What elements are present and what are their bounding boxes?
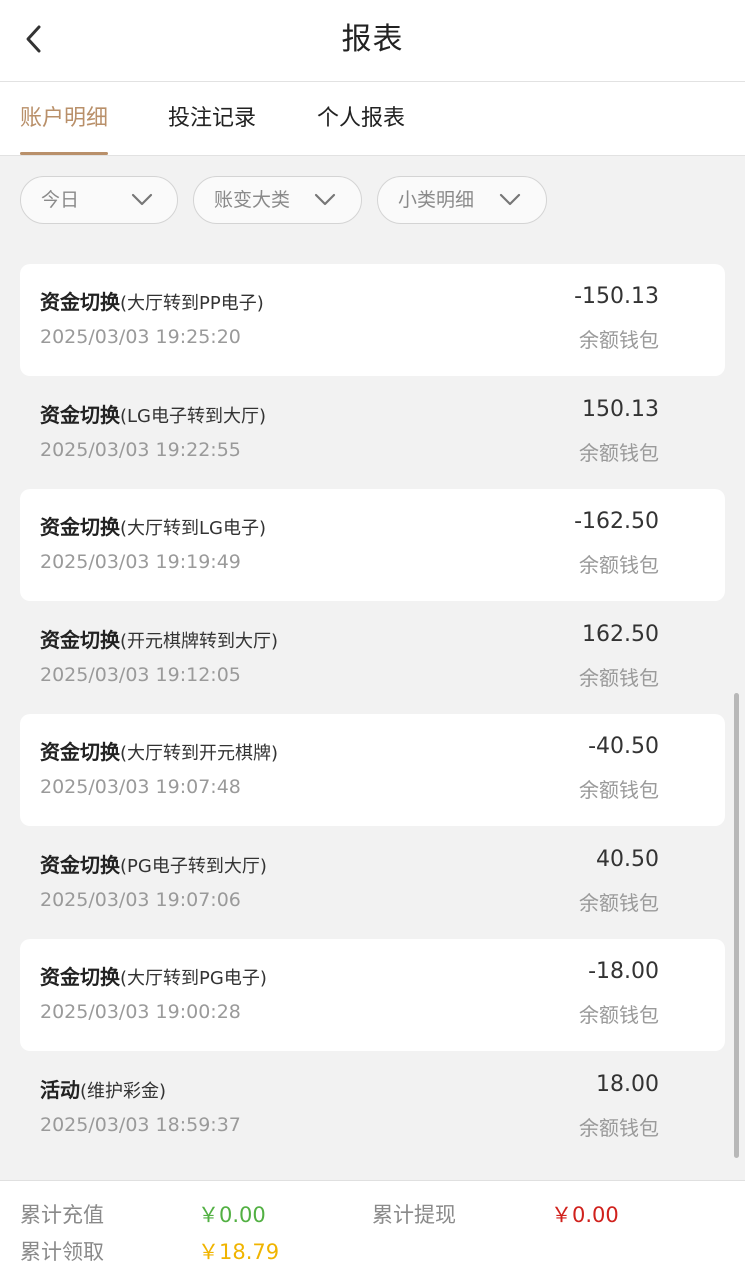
record-time: 2025/03/03 19:22:55 — [40, 439, 241, 461]
record-title: 资金切换(PG电子转到大厅) — [40, 853, 267, 877]
record-time: 2025/03/03 19:12:05 — [40, 664, 241, 686]
filter-date-dropdown[interactable]: 今日 — [20, 176, 178, 224]
record-wallet: 余额钱包 — [579, 666, 659, 690]
withdraw-total-value: ￥0.00 — [551, 1203, 619, 1227]
record-title: 资金切换(大厅转到PP电子) — [40, 290, 264, 314]
record-amount: -150.13 — [574, 284, 659, 309]
record-title: 资金切换(LG电子转到大厅) — [40, 403, 267, 427]
record-amount: 150.13 — [582, 397, 659, 422]
deposit-total-value: ￥0.00 — [198, 1203, 266, 1227]
list-item[interactable]: 资金切换(PG电子转到大厅) 2025/03/03 19:07:06 40.50… — [20, 827, 725, 939]
record-title: 活动(维护彩金) — [40, 1078, 167, 1102]
record-wallet: 余额钱包 — [579, 1003, 659, 1027]
record-wallet: 余额钱包 — [579, 1116, 659, 1140]
record-title: 资金切换(大厅转到LG电子) — [40, 515, 267, 539]
tab-bet-records[interactable]: 投注记录 — [168, 82, 256, 155]
record-amount: -40.50 — [588, 734, 659, 759]
record-amount: 18.00 — [596, 1072, 659, 1097]
summary-footer: 累计充值 ￥0.00 累计提现 ￥0.00 累计领取 ￥18.79 — [0, 1180, 745, 1280]
claim-total-label: 累计领取 — [20, 1240, 104, 1264]
record-wallet: 余额钱包 — [579, 553, 659, 577]
claim-total-value: ￥18.79 — [198, 1240, 280, 1264]
tab-account-details[interactable]: 账户明细 — [20, 82, 109, 155]
record-wallet: 余额钱包 — [579, 328, 659, 352]
record-wallet: 余额钱包 — [579, 891, 659, 915]
record-time: 2025/03/03 19:00:28 — [40, 1001, 241, 1023]
list-item[interactable]: 活动(维护彩金) 2025/03/03 18:59:37 18.00 余额钱包 — [20, 1052, 725, 1164]
record-amount: 162.50 — [582, 622, 659, 647]
filter-label: 今日 — [41, 189, 80, 211]
record-amount: -162.50 — [574, 509, 659, 534]
chevron-down-icon — [314, 193, 336, 206]
tab-personal-report[interactable]: 个人报表 — [317, 82, 405, 155]
record-time: 2025/03/03 19:25:20 — [40, 326, 241, 348]
record-wallet: 余额钱包 — [579, 778, 659, 802]
header-bar: 报表 — [0, 0, 745, 82]
filter-subcategory-dropdown[interactable]: 小类明细 — [377, 176, 547, 224]
list-item[interactable]: 资金切换(大厅转到PP电子) 2025/03/03 19:25:20 -150.… — [20, 264, 725, 376]
scrollbar[interactable] — [734, 693, 739, 1158]
filter-category-dropdown[interactable]: 账变大类 — [193, 176, 362, 224]
record-amount: -18.00 — [588, 959, 659, 984]
record-title: 资金切换(开元棋牌转到大厅) — [40, 628, 279, 652]
list-item[interactable]: 资金切换(大厅转到LG电子) 2025/03/03 19:19:49 -162.… — [20, 489, 725, 601]
list-item[interactable]: 资金切换(LG电子转到大厅) 2025/03/03 19:22:55 150.1… — [20, 377, 725, 489]
record-title: 资金切换(大厅转到PG电子) — [40, 965, 267, 989]
tab-label: 投注记录 — [168, 106, 257, 131]
list-item[interactable]: 资金切换(开元棋牌转到大厅) 2025/03/03 19:12:05 162.5… — [20, 602, 725, 714]
chevron-down-icon — [131, 193, 153, 206]
chevron-down-icon — [499, 193, 521, 206]
record-title: 资金切换(大厅转到开元棋牌) — [40, 740, 279, 764]
page-title: 报表 — [341, 22, 404, 57]
filter-label: 小类明细 — [398, 189, 475, 211]
filter-label: 账变大类 — [214, 189, 291, 211]
record-wallet: 余额钱包 — [579, 441, 659, 465]
list-item[interactable]: 资金切换(大厅转到PG电子) 2025/03/03 19:00:28 -18.0… — [20, 939, 725, 1051]
list-item[interactable]: 资金切换(大厅转到开元棋牌) 2025/03/03 19:07:48 -40.5… — [20, 714, 725, 826]
record-time: 2025/03/03 19:07:06 — [40, 889, 241, 911]
record-time: 2025/03/03 19:07:48 — [40, 776, 241, 798]
tab-label: 个人报表 — [317, 106, 406, 131]
active-tab-indicator — [20, 152, 109, 155]
tab-bar: 账户明细 投注记录 个人报表 — [0, 82, 745, 156]
record-time: 2025/03/03 19:19:49 — [40, 551, 241, 573]
deposit-total-label: 累计充值 — [20, 1203, 104, 1227]
tab-label: 账户明细 — [20, 106, 109, 131]
record-amount: 40.50 — [596, 847, 659, 872]
record-time: 2025/03/03 18:59:37 — [40, 1114, 241, 1136]
withdraw-total-label: 累计提现 — [372, 1203, 456, 1227]
